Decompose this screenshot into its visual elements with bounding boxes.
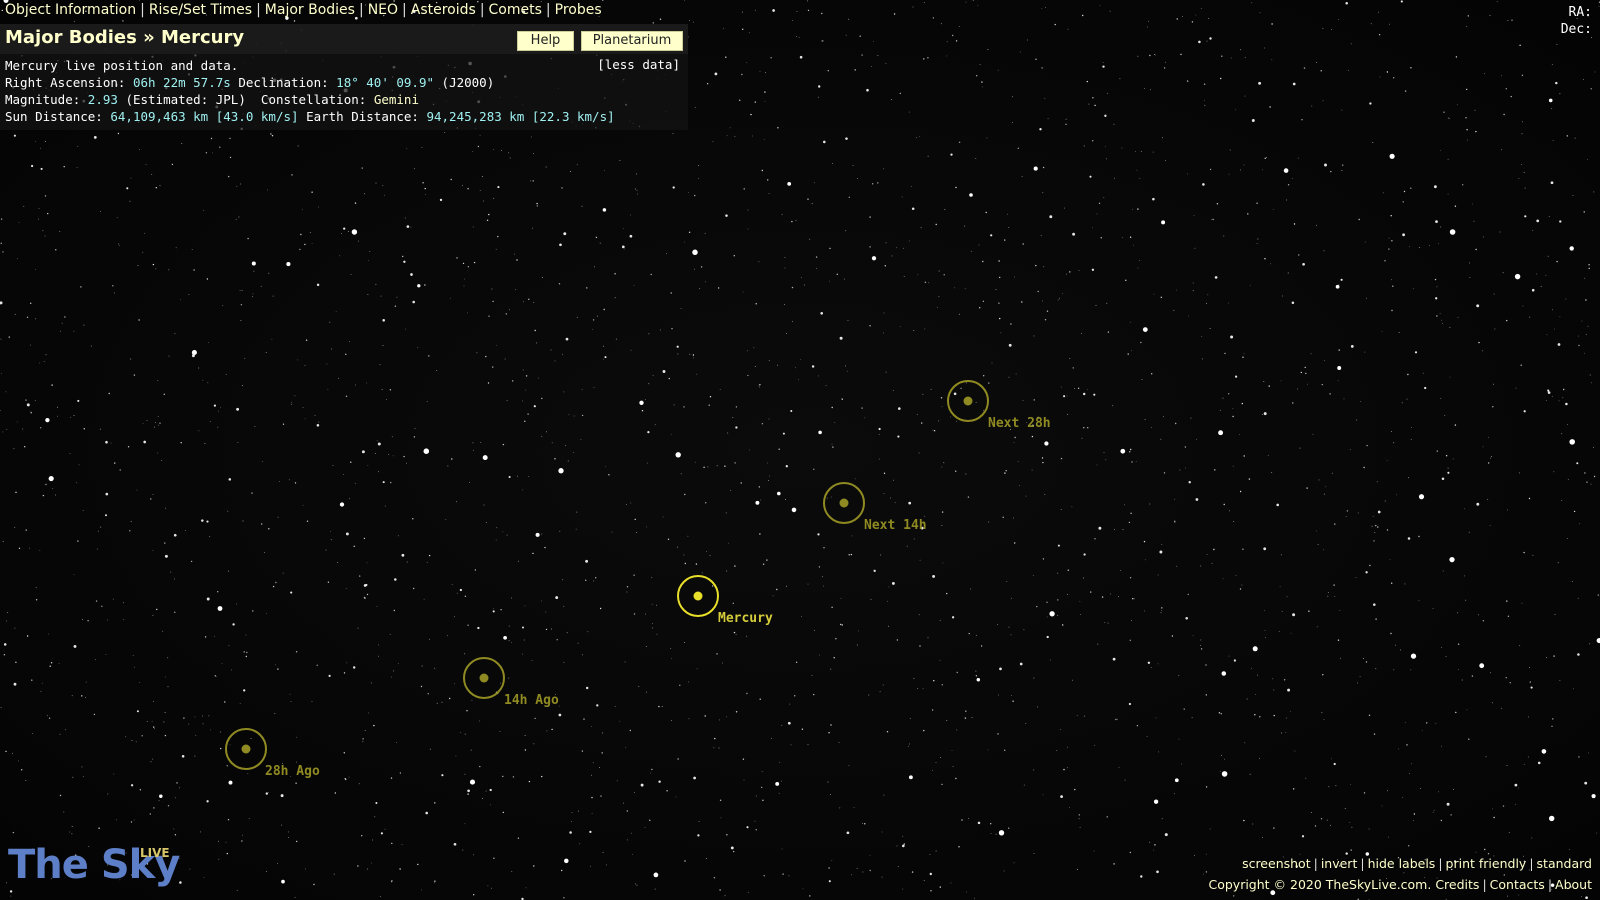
breadcrumb-separator: » [143,27,155,48]
ra-value: 06h 22m 57.7s [132,75,231,90]
nav-major-bodies[interactable]: Major Bodies [265,2,355,18]
standard-link[interactable]: standard [1537,856,1592,871]
page-title: Major Bodies » Mercury [5,27,244,48]
logo-live-badge: LIVE [140,846,170,860]
panel-header: Major Bodies » Mercury Help Planetarium [0,24,688,54]
top-navigation: Object Information | Rise/Set Times | Major … [5,2,602,18]
object-data: Mercury live position and data. Right As… [5,57,615,125]
marker-next-28h[interactable] [947,380,989,422]
label-28h-ago[interactable]: 28h Ago [265,764,320,779]
marker-next-14h[interactable] [823,482,865,524]
nav-object-information[interactable]: Object Information [5,2,136,18]
about-link[interactable]: About [1555,877,1592,892]
planetarium-button[interactable]: Planetarium [581,31,683,51]
coord-ra-label: RA: [1568,5,1592,20]
magnitude-value: 2.93 [87,92,118,107]
nav-neo[interactable]: NEO [368,2,398,18]
marker-mercury[interactable] [677,575,719,617]
sun-distance-value: 64,109,463 km [43.0 km/s] [110,109,299,124]
credits-link[interactable]: Credits [1435,877,1479,892]
label-next-28h[interactable]: Next 28h [988,416,1051,431]
help-button[interactable]: Help [517,31,574,51]
nav-asteroids[interactable]: Asteroids [411,2,476,18]
breadcrumb-parent[interactable]: Major Bodies [5,27,137,48]
mercury-path-markers [225,380,989,770]
marker-14h-ago[interactable] [463,657,505,699]
distance-line: Sun Distance: 64,109,463 km [43.0 km/s] … [5,109,615,124]
nav-rise-set-times[interactable]: Rise/Set Times [149,2,252,18]
nav-probes[interactable]: Probes [555,2,602,18]
marker-28h-ago[interactable] [225,728,267,770]
coord-dec-label: Dec: [1560,22,1592,37]
contacts-link[interactable]: Contacts [1490,877,1545,892]
footer-copyright: Copyright © 2020 TheSkyLive.com. Credits… [1208,877,1592,892]
dec-value: 18° 40' 09.9" [336,75,435,90]
breadcrumb-current: Mercury [161,27,245,48]
less-data-link[interactable]: [less data] [597,57,680,72]
cursor-coordinates: RA: Dec: [1512,4,1600,38]
label-mercury[interactable]: Mercury [718,611,773,626]
label-next-14h[interactable]: Next 14h [864,518,927,533]
hide-labels-link[interactable]: hide labels [1368,856,1436,871]
invert-link[interactable]: invert [1321,856,1358,871]
intro-line: Mercury live position and data. [5,58,239,73]
earth-distance-value: 94,245,283 km [22.3 km/s] [426,109,615,124]
copyright-text: Copyright © 2020 TheSkyLive.com. [1208,877,1432,892]
label-14h-ago[interactable]: 14h Ago [504,693,559,708]
print-friendly-link[interactable]: print friendly [1446,856,1527,871]
star-field-background[interactable] [0,0,1600,900]
object-info-panel: Major Bodies » Mercury Help Planetarium … [0,24,688,130]
constellation-link[interactable]: Gemini [374,92,419,107]
nav-comets[interactable]: Comets [489,2,542,18]
position-line: Right Ascension: 06h 22m 57.7s Declinati… [5,75,495,90]
footer-tools: screenshot | invert | hide labels | print frie… [1242,856,1592,871]
screenshot-link[interactable]: screenshot [1242,856,1311,871]
magnitude-line: Magnitude: 2.93 (Estimated: JPL) Constel… [5,92,419,107]
